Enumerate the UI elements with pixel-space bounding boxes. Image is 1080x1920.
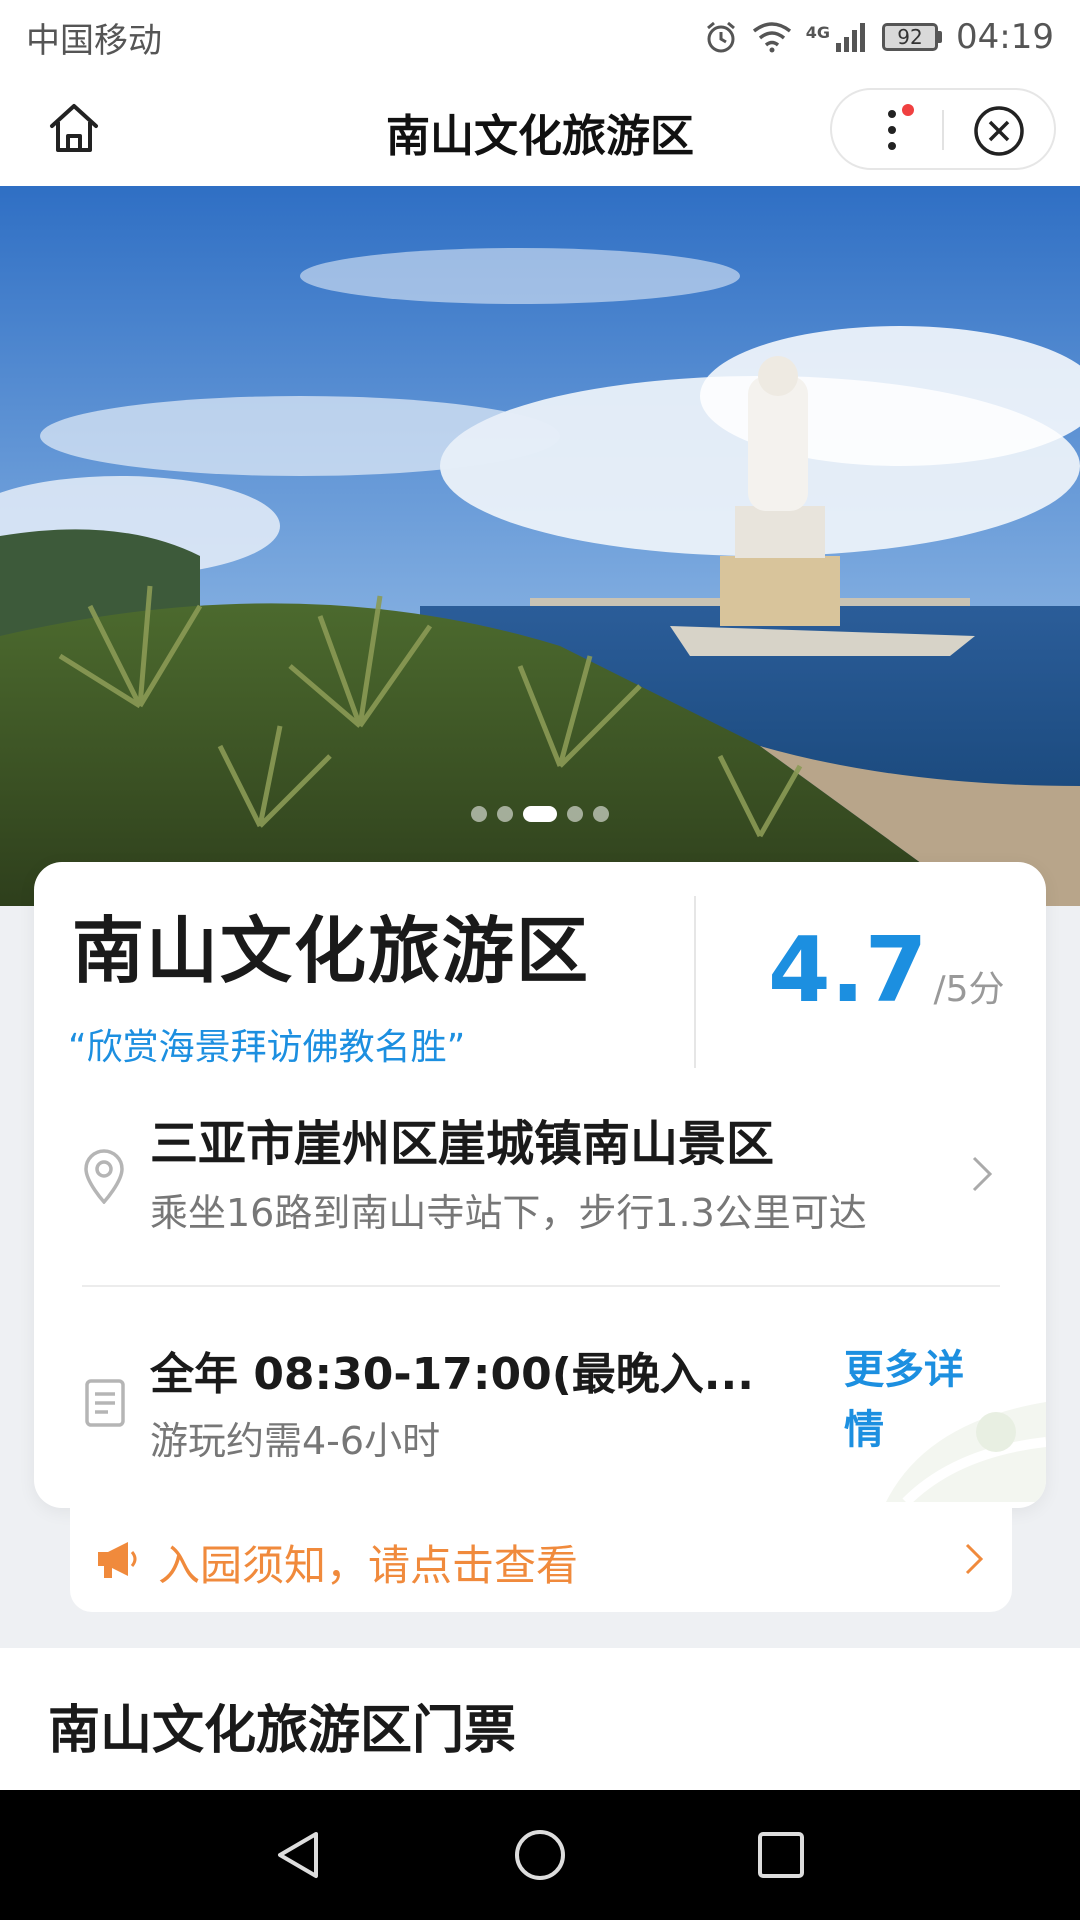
carousel-dot[interactable] (471, 806, 487, 822)
clock: 04:19 (956, 17, 1054, 57)
address-title: 三亚市崖州区崖城镇南山景区 (150, 1116, 775, 1172)
scenic-info-card: 南山文化旅游区 “欣赏海景拜访佛教名胜” 4.7 /5分 三亚市崖州区崖城镇南山… (34, 862, 1046, 1508)
location-pin-icon (84, 1149, 124, 1204)
wifi-icon (752, 22, 791, 53)
close-circle-icon[interactable] (972, 104, 1026, 158)
status-bar: 中国移动 4G 92 04:19 (0, 0, 1080, 74)
address-row[interactable]: 三亚市崖州区崖城镇南山景区 乘坐16路到南山寺站下，步行1.3公里可达 (34, 1098, 1046, 1248)
carrier-label: 中国移动 (26, 20, 162, 61)
carousel-indicator (0, 806, 1080, 822)
visit-duration: 游玩约需4-6小时 (150, 1419, 441, 1463)
battery-indicator: 92 (882, 23, 943, 51)
opening-hours: 全年 08:30-17:00(最晚入... (150, 1349, 754, 1400)
recents-square-icon[interactable] (754, 1828, 808, 1882)
signal-icon (836, 23, 866, 52)
menu-capsule (830, 88, 1056, 170)
rating-max: /5分 (933, 969, 1005, 1010)
entry-notice-text: 入园须知，请点击查看 (158, 1541, 579, 1590)
entry-notice-bar[interactable]: 入园须知，请点击查看 (70, 1508, 1012, 1612)
battery-level: 92 (882, 23, 939, 51)
scenic-slogan: “欣赏海景拜访佛教名胜” (68, 1027, 466, 1068)
carousel-dot[interactable] (497, 806, 513, 822)
opening-hours-row: 全年 08:30-17:00(最晚入... 游玩约需4-6小时 更多详情 (34, 1302, 1046, 1502)
alarm-icon (706, 21, 735, 53)
capsule-divider (942, 110, 944, 150)
carousel-dot-active[interactable] (523, 806, 557, 822)
home-circle-icon[interactable] (513, 1828, 567, 1882)
more-details-link[interactable]: 更多详情 (844, 1340, 984, 1460)
mini-program-navbar: 南山文化旅游区 (0, 74, 1080, 186)
back-icon[interactable] (272, 1828, 326, 1882)
rating: 4.7 /5分 (768, 918, 1004, 1023)
scenic-name: 南山文化旅游区 (72, 909, 591, 993)
tickets-title: 南山文化旅游区门票 (48, 1701, 517, 1761)
carousel-dot[interactable] (593, 806, 609, 822)
document-icon (85, 1379, 125, 1427)
hero-photo (0, 186, 1080, 906)
carousel-dot[interactable] (567, 806, 583, 822)
chevron-right-icon (965, 1543, 984, 1575)
network-type-label: 4G (805, 23, 831, 42)
tickets-section: 南山文化旅游区门票 (0, 1648, 1080, 1790)
system-navigation-bar (0, 1790, 1080, 1920)
battery-tip (938, 31, 943, 43)
megaphone-icon (98, 1542, 137, 1578)
divider (82, 1285, 1000, 1287)
hero-carousel[interactable] (0, 186, 1080, 906)
status-icons: 4G 92 04:19 (704, 17, 1054, 57)
more-dots-icon[interactable] (872, 104, 922, 156)
rating-score: 4.7 (768, 918, 928, 1023)
chevron-right-icon (972, 1156, 993, 1192)
address-directions: 乘坐16路到南山寺站下，步行1.3公里可达 (150, 1191, 867, 1235)
rating-divider (694, 896, 696, 1068)
